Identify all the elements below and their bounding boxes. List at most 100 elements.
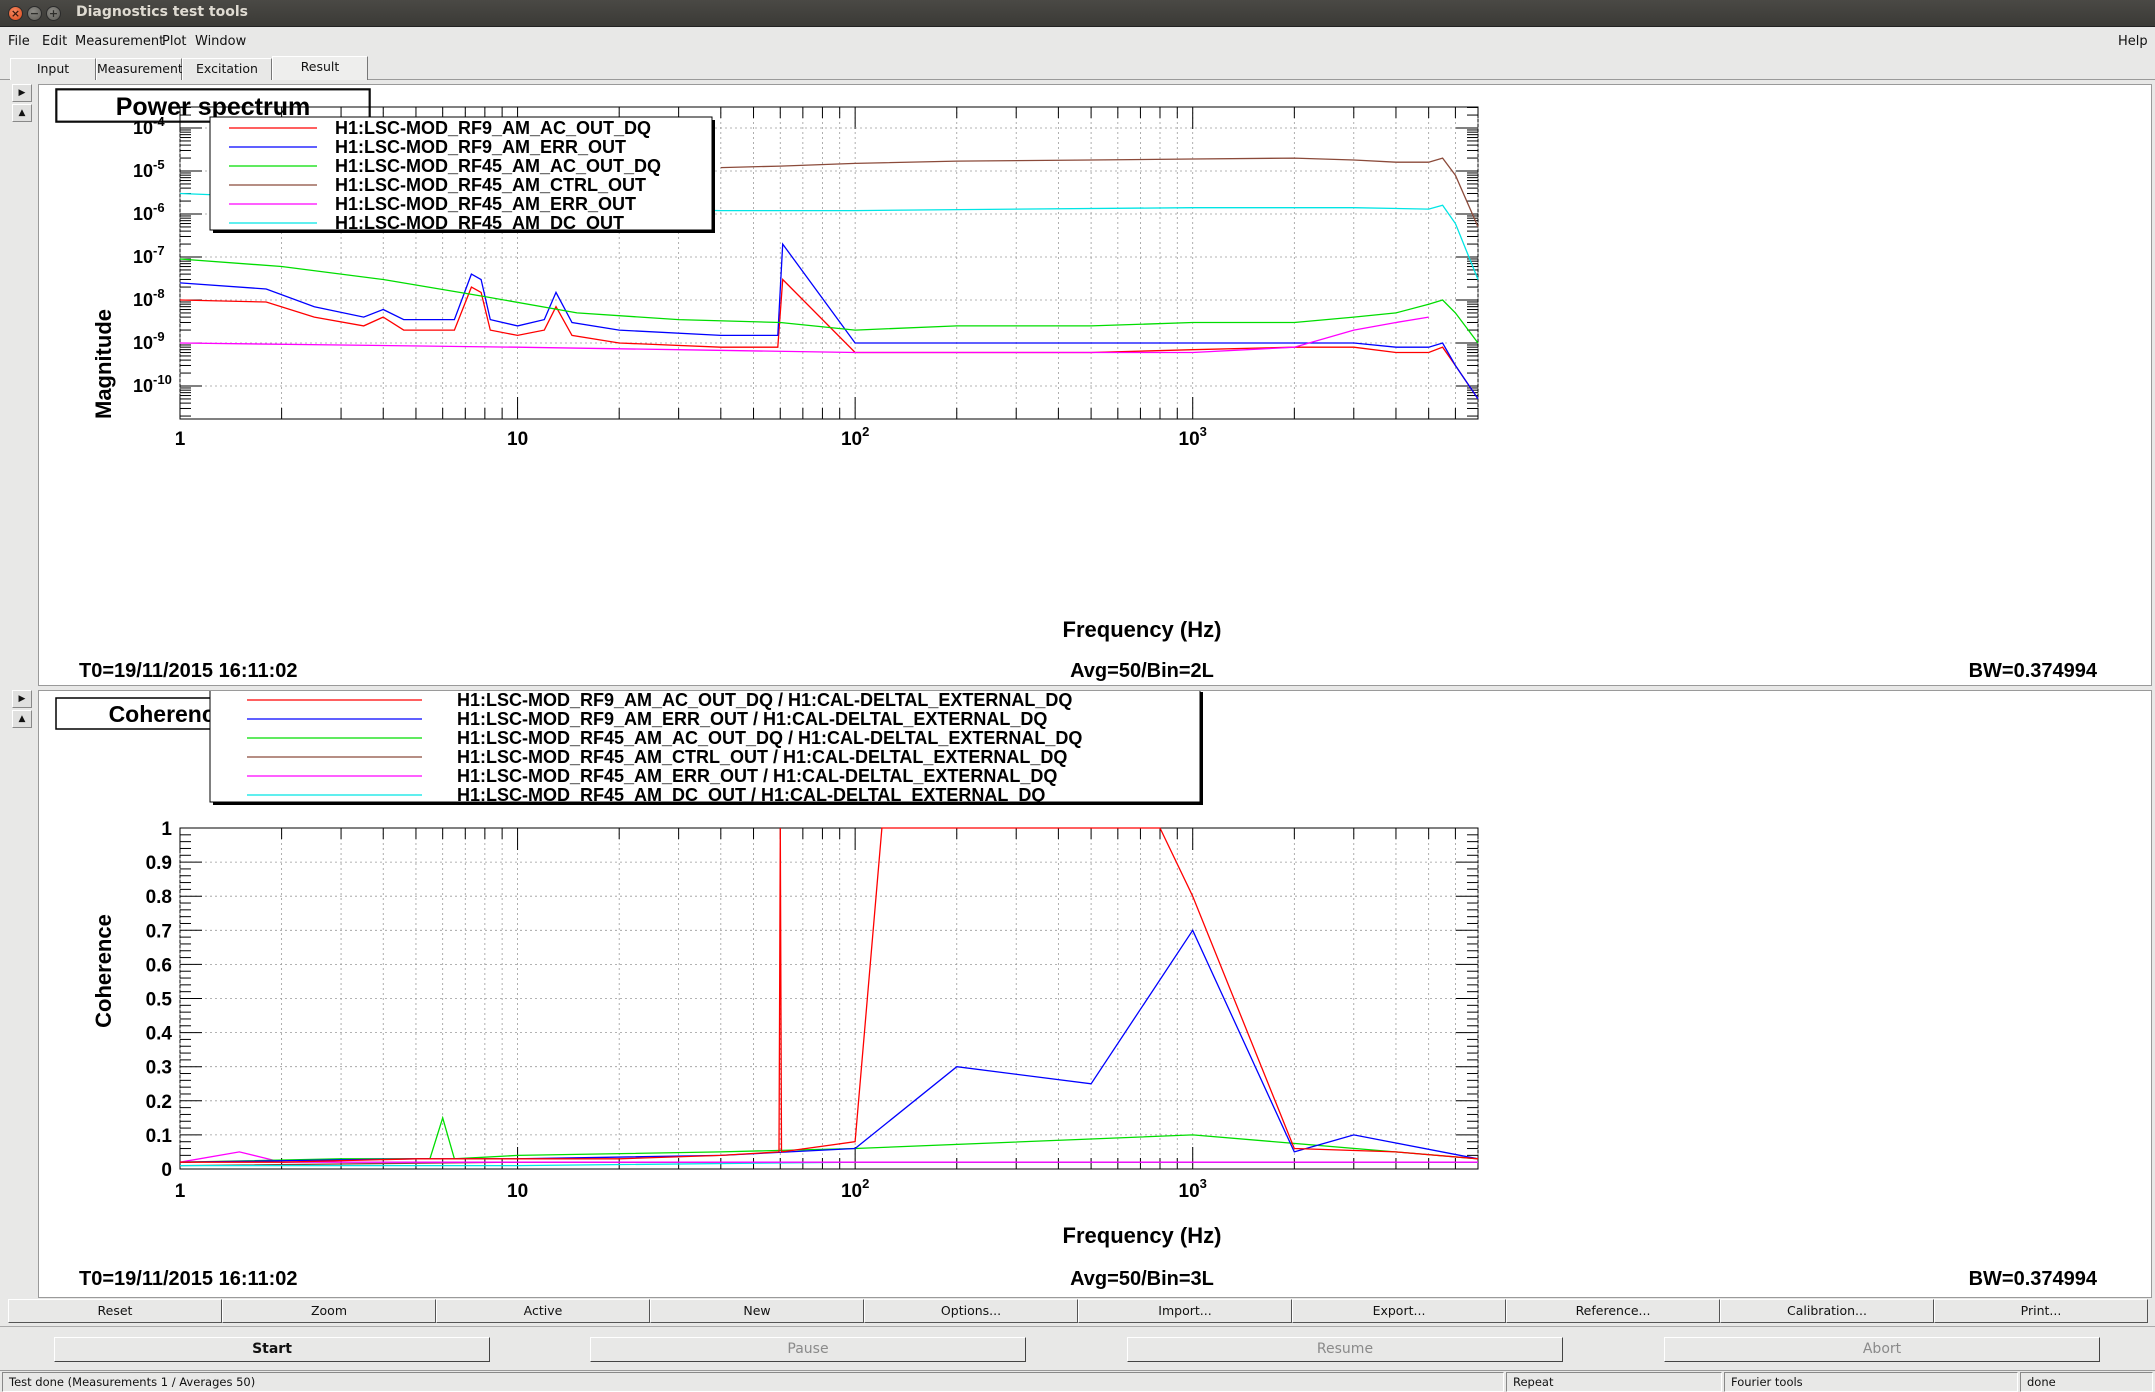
abort-button[interactable]: Abort bbox=[1664, 1337, 2100, 1362]
y-tick-label-base: 10 bbox=[133, 247, 153, 267]
status-message: Test done (Measurements 1 / Averages 50) bbox=[2, 1372, 1504, 1392]
power-spectrum-chart[interactable]: Power spectrum 10-410-510-610-710-810-91… bbox=[39, 85, 2151, 685]
y-tick-label: 0.6 bbox=[146, 955, 172, 976]
y-tick-label: 0.5 bbox=[146, 990, 173, 1011]
legend-label: H1:LSC-MOD_RF9_AM_ERR_OUT / H1:CAL-DELTA… bbox=[457, 709, 1047, 729]
reset-button[interactable]: Reset bbox=[8, 1299, 222, 1323]
measurement-controls: Start Pause Resume Abort bbox=[0, 1326, 2155, 1368]
menu-edit[interactable]: Edit bbox=[42, 34, 67, 49]
y-tick-label-exponent: -10 bbox=[153, 372, 172, 387]
x-axis-label: Frequency (Hz) bbox=[1063, 1223, 1222, 1248]
menu-window[interactable]: Window bbox=[195, 34, 246, 49]
x-tick-label: 10 bbox=[507, 1181, 528, 1202]
close-icon: × bbox=[10, 7, 21, 20]
y-tick-label: 0.9 bbox=[146, 853, 172, 874]
new-button[interactable]: New bbox=[650, 1299, 864, 1323]
calibration-button[interactable]: Calibration... bbox=[1720, 1299, 1934, 1323]
y-tick-label: 10-10 bbox=[133, 372, 172, 396]
reference-button[interactable]: Reference... bbox=[1506, 1299, 1720, 1323]
plot-grid bbox=[179, 827, 1479, 1170]
legend-label: H1:LSC-MOD_RF9_AM_AC_OUT_DQ bbox=[335, 118, 651, 138]
x-tick-label-base: 1 bbox=[175, 1181, 186, 1202]
x-tick-label: 103 bbox=[1179, 1176, 1207, 1202]
y-tick-label-base: 10 bbox=[133, 204, 153, 224]
y-tick-label: 10-9 bbox=[133, 329, 165, 353]
menu-help[interactable]: Help bbox=[2118, 34, 2148, 49]
coherence-chart[interactable]: 10.90.80.70.60.50.40.30.20.101 10 102 103 C… bbox=[39, 691, 2151, 1297]
series-line bbox=[179, 258, 1479, 344]
print-button[interactable]: Print... bbox=[1934, 1299, 2148, 1323]
close-window-button[interactable]: × bbox=[8, 6, 23, 21]
x-tick-label-exponent: 2 bbox=[862, 1176, 869, 1191]
zoom-button[interactable]: Zoom bbox=[222, 1299, 436, 1323]
pad2-expand-button[interactable]: ▶ bbox=[12, 690, 32, 708]
series-line bbox=[179, 278, 1479, 400]
y-axis-label: Coherence bbox=[91, 914, 116, 1028]
tab-input[interactable]: Input bbox=[10, 58, 96, 80]
series-line bbox=[179, 1151, 1478, 1163]
y-tick-label-base: 10 bbox=[133, 161, 153, 181]
y-tick-label-base: 10 bbox=[133, 290, 153, 310]
y-tick-label: 0.4 bbox=[146, 1024, 173, 1045]
x-tick-label-base: 10 bbox=[841, 1181, 862, 1202]
legend-label: H1:LSC-MOD_RF45_AM_CTRL_OUT / H1:CAL-DEL… bbox=[457, 747, 1067, 767]
y-tick-label-exponent: -7 bbox=[153, 243, 165, 258]
plot-legend[interactable]: H1:LSC-MOD_RF9_AM_AC_OUT_DQ / H1:CAL-DEL… bbox=[209, 691, 1203, 805]
pad1-expand-button[interactable]: ▶ bbox=[12, 84, 32, 102]
series-line bbox=[179, 1115, 1479, 1163]
maximize-window-button[interactable]: + bbox=[46, 6, 61, 21]
maximize-icon: + bbox=[48, 7, 59, 20]
y-tick-label-base: 10 bbox=[133, 118, 153, 138]
start-button[interactable]: Start bbox=[54, 1337, 490, 1362]
title-bar: × − + Diagnostics test tools bbox=[0, 0, 2155, 27]
x-tick-label: 102 bbox=[841, 424, 869, 450]
legend-label: H1:LSC-MOD_RF45_AM_ERR_OUT / H1:CAL-DELT… bbox=[457, 766, 1057, 786]
t0-label: T0=19/11/2015 16:11:02 bbox=[79, 1268, 298, 1290]
menu-measurement[interactable]: Measurement bbox=[75, 34, 164, 49]
power-spectrum-pad[interactable]: Power spectrum 10-4 10-5 10-6 10-7 10-8 10-9 1… bbox=[38, 84, 2152, 686]
y-tick-label: 0.3 bbox=[146, 1058, 172, 1079]
y-tick-label: 1 bbox=[161, 819, 172, 840]
pause-button[interactable]: Pause bbox=[590, 1337, 1026, 1362]
options-button[interactable]: Options... bbox=[864, 1299, 1078, 1323]
bw-label: BW=0.374994 bbox=[1969, 1268, 2098, 1290]
graph-toolbar: Reset Zoom Active New Options... Import.… bbox=[8, 1299, 2150, 1323]
window-title: Diagnostics test tools bbox=[76, 4, 248, 20]
triangle-right-icon: ▶ bbox=[18, 694, 26, 704]
export-button[interactable]: Export... bbox=[1292, 1299, 1506, 1323]
tab-bar: Input Measurement Excitation Result bbox=[0, 56, 2155, 80]
menu-file[interactable]: File bbox=[8, 34, 30, 49]
import-button[interactable]: Import... bbox=[1078, 1299, 1292, 1323]
minimize-window-button[interactable]: − bbox=[27, 6, 42, 21]
x-tick-label-base: 1 bbox=[175, 429, 186, 450]
y-tick-label-base: 10 bbox=[133, 333, 153, 353]
pad1-collapse-button[interactable]: ▲ bbox=[12, 104, 32, 122]
tab-measurement[interactable]: Measurement bbox=[96, 58, 183, 80]
plot-area-border bbox=[179, 827, 1479, 1170]
resume-button[interactable]: Resume bbox=[1127, 1337, 1563, 1362]
status-tool: Fourier tools bbox=[1724, 1372, 2018, 1392]
y-tick-label: 10-4 bbox=[133, 114, 165, 138]
tab-excitation[interactable]: Excitation bbox=[182, 58, 272, 80]
avg-label: Avg=50/Bin=3L bbox=[1070, 1268, 1214, 1290]
legend-label: H1:LSC-MOD_RF9_AM_AC_OUT_DQ / H1:CAL-DEL… bbox=[457, 691, 1072, 710]
bw-label: BW=0.374994 bbox=[1969, 660, 2098, 682]
x-tick-label-exponent: 3 bbox=[1200, 1176, 1207, 1191]
avg-label: Avg=50/Bin=2L bbox=[1070, 660, 1214, 682]
coherence-pad[interactable]: 1 0.9 0.8 0.7 0.6 0.5 0.4 0.3 0.2 0.1 0 1 10 102 103 C… bbox=[38, 690, 2152, 1298]
tab-result[interactable]: Result bbox=[272, 56, 368, 80]
legend-label: H1:LSC-MOD_RF45_AM_AC_OUT_DQ / H1:CAL-DE… bbox=[457, 728, 1082, 748]
y-tick-label-exponent: -4 bbox=[153, 114, 165, 129]
plot-legend[interactable]: H1:LSC-MOD_RF9_AM_AC_OUT_DQ H1:LSC-MOD_RF… bbox=[209, 116, 715, 233]
y-tick-label: 0 bbox=[161, 1160, 172, 1181]
app-window: × − + Diagnostics test tools File Edit M… bbox=[0, 0, 2155, 1392]
legend-label: H1:LSC-MOD_RF45_AM_DC_OUT bbox=[335, 213, 624, 233]
minimize-icon: − bbox=[29, 7, 40, 20]
legend-label: H1:LSC-MOD_RF45_AM_DC_OUT / H1:CAL-DELTA… bbox=[457, 785, 1045, 805]
active-button[interactable]: Active bbox=[436, 1299, 650, 1323]
pad2-collapse-button[interactable]: ▲ bbox=[12, 710, 32, 728]
x-tick-label-exponent: 3 bbox=[1200, 424, 1207, 439]
x-tick-label-base: 10 bbox=[1179, 1181, 1200, 1202]
y-tick-label: 10-7 bbox=[133, 243, 165, 267]
menu-plot[interactable]: Plot bbox=[162, 34, 187, 49]
